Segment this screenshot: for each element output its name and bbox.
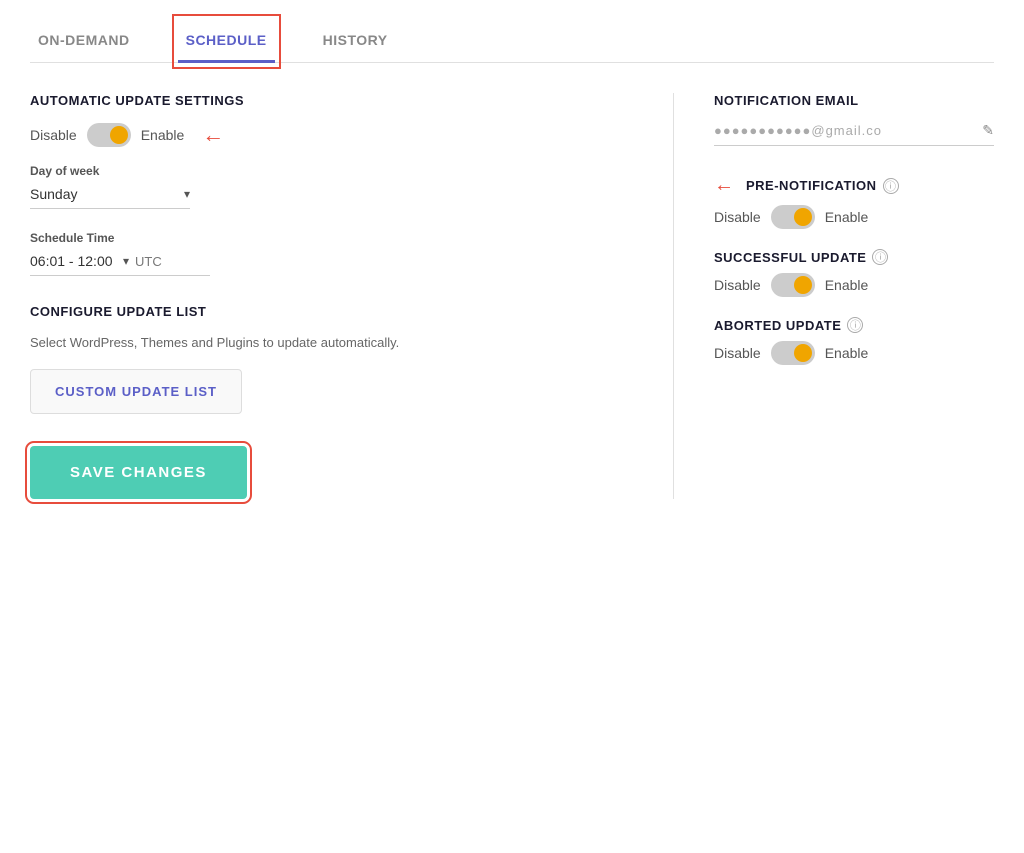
left-panel: AUTOMATIC UPDATE SETTINGS Disable Enable…	[30, 93, 674, 499]
success-enable-label: Enable	[825, 277, 869, 293]
success-disable-label: Disable	[714, 277, 761, 293]
aborted-update-title: ABORTED UPDATE	[714, 318, 841, 333]
success-notif-title-row: SUCCESSFUL UPDATE ⓘ	[714, 249, 994, 265]
pre-notif-disable-label: Disable	[714, 209, 761, 225]
aborted-disable-label: Disable	[714, 345, 761, 361]
success-thumb	[794, 276, 812, 294]
timezone-label: UTC	[135, 254, 162, 269]
successful-update-title: SUCCESSFUL UPDATE	[714, 250, 866, 265]
toggle-thumb	[110, 126, 128, 144]
configure-update-section: CONFIGURE UPDATE LIST Select WordPress, …	[30, 304, 633, 414]
notification-email-section: NOTIFICATION EMAIL ●●●●●●●●●●●@gmail.co …	[714, 93, 994, 146]
schedule-time-group: Schedule Time 06:01 - 12:00 00:01 - 06:0…	[30, 231, 633, 276]
pre-notification-title: PRE-NOTIFICATION	[746, 178, 877, 193]
day-of-week-group: Day of week Sunday Monday Tuesday Wednes…	[30, 164, 633, 209]
pre-notif-thumb	[794, 208, 812, 226]
aborted-update-toggle[interactable]	[771, 341, 815, 365]
arrow-annotation-enable: ←	[202, 122, 224, 148]
day-of-week-select-row: Sunday Monday Tuesday Wednesday Thursday…	[30, 186, 190, 209]
successful-update-info-icon[interactable]: ⓘ	[872, 249, 888, 265]
schedule-time-chevron: ▾	[123, 254, 129, 268]
day-of-week-select[interactable]: Sunday Monday Tuesday Wednesday Thursday…	[30, 186, 180, 202]
tab-on-demand[interactable]: ON-DEMAND	[30, 20, 138, 63]
aborted-update-toggle-row: Disable Enable	[714, 341, 994, 365]
successful-update-toggle-row: Disable Enable	[714, 273, 994, 297]
pre-notification-section: ← PRE-NOTIFICATION ⓘ Disable Enable	[714, 174, 994, 229]
day-of-week-label: Day of week	[30, 164, 633, 178]
save-changes-button[interactable]: SAVE CHANGES	[30, 446, 247, 499]
schedule-time-select[interactable]: 06:01 - 12:00 00:01 - 06:00 12:01 - 18:0…	[30, 253, 113, 269]
email-value: ●●●●●●●●●●●@gmail.co	[714, 123, 974, 138]
pre-notif-arrow: ←	[714, 174, 734, 197]
right-panel: NOTIFICATION EMAIL ●●●●●●●●●●●@gmail.co …	[674, 93, 994, 499]
tab-history[interactable]: HISTORY	[315, 20, 396, 63]
pre-notif-title-row: ← PRE-NOTIFICATION ⓘ	[714, 174, 994, 197]
auto-update-enable-label: Enable	[141, 127, 185, 143]
edit-email-icon[interactable]: ✎	[982, 122, 994, 139]
day-of-week-chevron: ▾	[184, 187, 190, 201]
pre-notification-info-icon[interactable]: ⓘ	[883, 178, 899, 194]
custom-update-list-button[interactable]: CUSTOM UPDATE LIST	[30, 369, 242, 414]
successful-update-toggle[interactable]	[771, 273, 815, 297]
aborted-thumb	[794, 344, 812, 362]
notification-email-title: NOTIFICATION EMAIL	[714, 93, 994, 108]
configure-description: Select WordPress, Themes and Plugins to …	[30, 333, 633, 353]
aborted-update-info-icon[interactable]: ⓘ	[847, 317, 863, 333]
auto-update-title: AUTOMATIC UPDATE SETTINGS	[30, 93, 633, 108]
schedule-time-row: 06:01 - 12:00 00:01 - 06:00 12:01 - 18:0…	[30, 253, 210, 276]
configure-title: CONFIGURE UPDATE LIST	[30, 304, 633, 319]
pre-notification-toggle-row: Disable Enable	[714, 205, 994, 229]
aborted-enable-label: Enable	[825, 345, 869, 361]
auto-update-toggle[interactable]	[87, 123, 131, 147]
successful-update-section: SUCCESSFUL UPDATE ⓘ Disable Enable	[714, 249, 994, 297]
aborted-update-section: ABORTED UPDATE ⓘ Disable Enable	[714, 317, 994, 365]
auto-update-toggle-row: Disable Enable ←	[30, 122, 633, 148]
auto-update-disable-label: Disable	[30, 127, 77, 143]
aborted-notif-title-row: ABORTED UPDATE ⓘ	[714, 317, 994, 333]
tabs-nav: ON-DEMAND SCHEDULE HISTORY	[30, 20, 994, 63]
save-section: SAVE CHANGES	[30, 446, 633, 499]
tab-schedule[interactable]: SCHEDULE	[178, 20, 275, 63]
schedule-time-label: Schedule Time	[30, 231, 633, 245]
pre-notif-enable-label: Enable	[825, 209, 869, 225]
pre-notification-toggle[interactable]	[771, 205, 815, 229]
email-row: ●●●●●●●●●●●@gmail.co ✎	[714, 122, 994, 146]
main-layout: AUTOMATIC UPDATE SETTINGS Disable Enable…	[30, 93, 994, 499]
